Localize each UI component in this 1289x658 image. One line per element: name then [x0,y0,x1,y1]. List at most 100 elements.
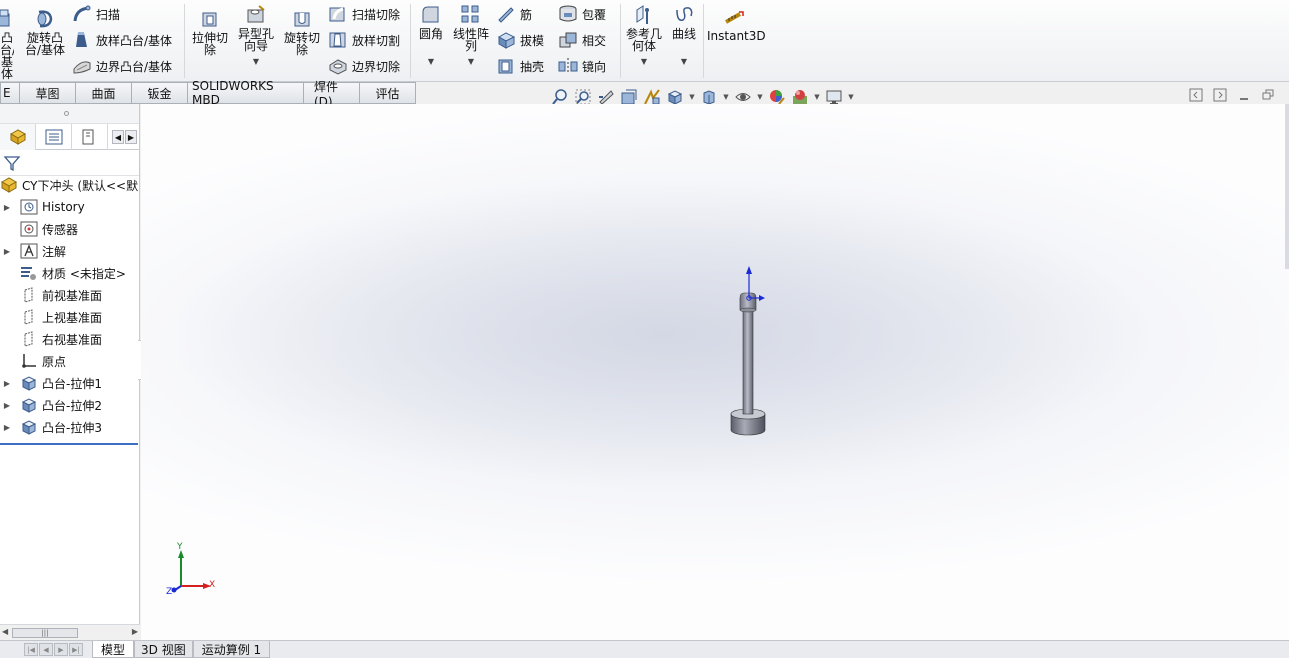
tile-right-icon[interactable] [1213,88,1227,102]
tab-sheet-metal[interactable]: 钣金 [132,82,188,104]
loft-boss-button[interactable]: 放样凸台/基体 [72,30,172,50]
scroll-right-icon[interactable]: ▶ [125,130,137,144]
reference-geometry-button[interactable]: 参考几何体 ▼ [624,4,664,68]
expand-icon[interactable]: ▶ [0,203,14,212]
expand-icon[interactable]: ▶ [0,401,14,410]
feature-manager-panel: ◀ ▶ CY下冲头 (默认<<默 ▶ History 传感器 ▶ 注解 材质 <… [0,104,140,640]
revolve-boss-button[interactable]: 旋转凸台/基体 [24,8,66,56]
tree-item-sensors[interactable]: 传感器 [0,218,78,240]
restore-icon[interactable] [1261,88,1275,102]
expand-icon[interactable]: ▶ [0,247,14,256]
rib-icon [498,7,514,23]
tree-root-part[interactable]: CY下冲头 (默认<<默 [0,174,140,196]
command-manager-ribbon: 凸台/基体 旋转凸台/基体 扫描 放样凸台/基体 边界凸台/基体 拉伸切除 异型… [0,0,1289,82]
hide-show-dropdown-icon[interactable]: ▼ [756,93,764,101]
tab-weldments[interactable]: 焊件(D) [304,80,360,109]
rollback-bar[interactable] [0,443,138,445]
tree-item-history[interactable]: ▶ History [0,196,85,218]
view-settings-dropdown-icon[interactable]: ▼ [847,93,855,101]
boundary-boss-button[interactable]: 边界凸台/基体 [72,56,172,76]
expand-icon[interactable]: ▶ [0,379,14,388]
plane-icon [24,309,33,325]
revolve-cut-icon [294,12,310,27]
tab-evaluate[interactable]: 评估 [360,82,416,104]
fillet-button[interactable]: 圆角 ▼ [414,4,448,68]
tab-configurationmanager[interactable] [72,123,108,150]
annotations-icon [20,243,38,259]
linear-pattern-button[interactable]: 线性阵列 ▼ [452,4,490,68]
tab-3d-views[interactable]: 3D 视图 [134,641,193,658]
tile-left-icon[interactable] [1189,88,1203,102]
rib-button[interactable]: 筋 [496,4,532,24]
lofted-cut-icon [329,32,346,48]
panel-horizontal-scrollbar[interactable]: ◀ ||| ▶ [0,624,140,640]
extruded-cut-button[interactable]: 拉伸切除 [190,8,230,56]
instant3d-button[interactable]: Instant3D [707,10,766,42]
scroll-right-arrow-icon[interactable]: ▶ [132,627,138,636]
apply-scene-dropdown-icon[interactable]: ▼ [813,93,821,101]
last-tab-icon[interactable]: ▶| [69,643,83,656]
scroll-left-arrow-icon[interactable]: ◀ [2,627,8,636]
fillet-dropdown-icon[interactable]: ▼ [414,56,448,68]
wrap-icon [559,5,577,22]
hole-wizard-dropdown-icon[interactable]: ▼ [236,56,276,68]
triad-axes-icon [171,550,211,593]
next-tab-icon[interactable]: ▶ [54,643,68,656]
featuremanager-icon [9,128,26,145]
view-orientation-dropdown-icon[interactable]: ▼ [688,93,696,101]
minimize-icon[interactable] [1237,88,1251,102]
ribbon-separator [703,4,704,78]
scrollbar-thumb[interactable]: ||| [12,628,78,638]
linear-pattern-dropdown-icon[interactable]: ▼ [452,56,490,68]
shell-button[interactable]: 抽壳 [496,56,544,76]
tab-model[interactable]: 模型 [92,641,135,658]
revolved-cut-button[interactable]: 旋转切除 [282,8,322,56]
filter-icon[interactable] [3,154,21,172]
wrap-button[interactable]: 包覆 [558,4,606,24]
tree-item-top-plane[interactable]: 上视基准面 [0,306,102,328]
hole-wizard-button[interactable]: 异型孔向导 ▼ [236,4,276,68]
display-style-dropdown-icon[interactable]: ▼ [722,93,730,101]
tab-mbd[interactable]: SOLIDWORKS MBD [188,79,304,107]
linear-pattern-icon [461,5,479,23]
tab-sketch[interactable]: 草图 [20,82,76,104]
tab-featuremanager[interactable] [0,123,36,150]
lofted-cut-button[interactable]: 放样切割 [328,30,400,50]
swept-cut-button[interactable]: 扫描切除 [328,4,400,24]
scroll-left-icon[interactable]: ◀ [112,130,124,144]
tree-item-boss-extrude1[interactable]: ▶ 凸台-拉伸1 [0,372,102,394]
tab-propertymanager[interactable] [36,123,72,150]
boundary-cut-button[interactable]: 边界切除 [328,56,400,76]
tree-item-right-plane[interactable]: 右视基准面 [0,328,102,350]
prev-tab-icon[interactable]: ◀ [39,643,53,656]
reference-geometry-dropdown-icon[interactable]: ▼ [624,56,664,68]
instant3d-icon [725,11,744,24]
propertymanager-icon [45,129,62,144]
tab-features[interactable]: E [0,82,20,104]
ribbon-separator [620,4,621,78]
tree-item-front-plane[interactable]: 前视基准面 [0,284,102,306]
extruded-boss-button[interactable]: 凸台/基体 [0,8,16,80]
sweep-button[interactable]: 扫描 [72,4,120,24]
panel-grip[interactable] [0,104,139,124]
ribbon-separator [410,4,411,78]
tab-surfaces[interactable]: 曲面 [76,82,132,104]
boss-extrude-icon [21,398,37,413]
intersect-button[interactable]: 相交 [558,30,606,50]
first-tab-icon[interactable]: |◀ [24,643,38,656]
tree-item-boss-extrude2[interactable]: ▶ 凸台-拉伸2 [0,394,102,416]
graphics-scrollbar[interactable] [1285,104,1289,269]
origin-icon [22,354,36,368]
tree-item-annotations[interactable]: ▶ 注解 [0,240,66,262]
draft-button[interactable]: 拔模 [496,30,544,50]
part-model[interactable] [721,264,781,444]
tree-item-origin[interactable]: 原点 [0,350,66,372]
curves-dropdown-icon[interactable]: ▼ [668,56,700,68]
expand-icon[interactable]: ▶ [0,423,14,432]
tab-motion-study-1[interactable]: 运动算例 1 [192,641,271,658]
tree-item-boss-extrude3[interactable]: ▶ 凸台-拉伸3 [0,416,102,438]
curves-button[interactable]: 曲线 ▼ [668,4,700,68]
mirror-button[interactable]: 镜向 [558,56,606,76]
graphics-area[interactable]: Y X Z [141,104,1289,640]
tree-item-material[interactable]: 材质 <未指定> [0,262,126,284]
